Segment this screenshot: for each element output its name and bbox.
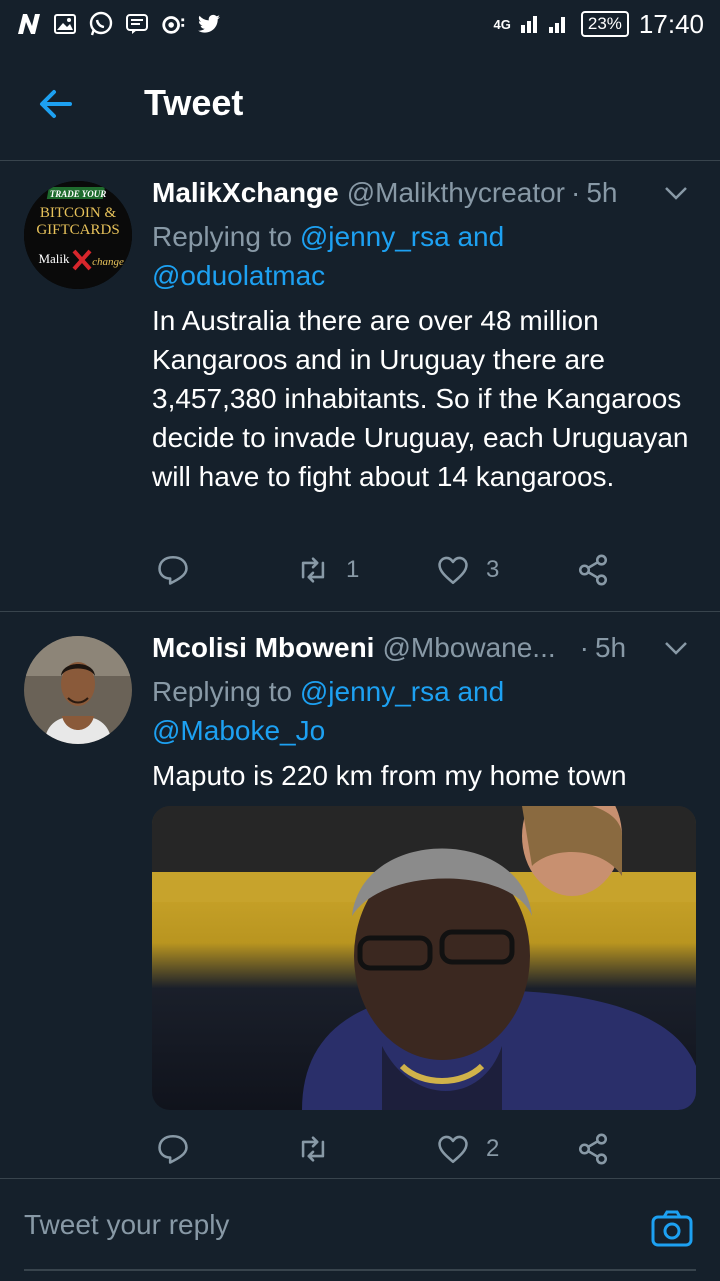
- author-name[interactable]: Mcolisi Mboweni: [152, 632, 374, 664]
- replying-to: Replying to @jenny_rsa and @Maboke_Jo: [152, 672, 696, 750]
- reply-input[interactable]: Tweet your reply: [24, 1209, 229, 1241]
- tweet-photo[interactable]: [152, 806, 696, 1110]
- status-bar: 4G 23% 17:40: [0, 0, 720, 48]
- retweet-count: 1: [346, 556, 360, 583]
- clock: 17:40: [638, 8, 704, 39]
- chevron-down-icon[interactable]: [662, 634, 690, 662]
- share-button[interactable]: [576, 553, 610, 587]
- retweet-icon: [301, 557, 325, 583]
- share-button[interactable]: [576, 1132, 610, 1166]
- mention-link[interactable]: @jenny_rsa and: [300, 221, 504, 252]
- tweet-text: Maputo is 220 km from my home town: [152, 760, 627, 791]
- reply-icon: [158, 1134, 188, 1164]
- replying-label: Replying to: [152, 676, 300, 707]
- mention-link[interactable]: @oduolatmac: [152, 260, 325, 291]
- tweet[interactable]: TRADE YOUR BITCOIN & GIFTCARDS Malik cha…: [0, 161, 720, 612]
- reply-icon: [158, 555, 188, 585]
- twitter-icon: [196, 11, 222, 37]
- divider: [24, 1269, 696, 1271]
- share-icon: [578, 554, 608, 586]
- avatar[interactable]: [24, 636, 132, 744]
- retweet-button[interactable]: [296, 1132, 346, 1166]
- heart-icon: [438, 556, 468, 585]
- message-icon: [124, 11, 150, 37]
- tweet-time: 5h: [586, 177, 618, 208]
- like-button[interactable]: 2: [436, 1132, 499, 1166]
- chevron-down-icon[interactable]: [662, 179, 690, 207]
- signal-icon: [520, 11, 571, 38]
- whatsapp-icon: [88, 11, 114, 37]
- avatar-text-5: change: [92, 256, 124, 268]
- retweet-icon: [301, 1136, 325, 1162]
- retweet-button[interactable]: 1: [296, 553, 359, 587]
- like-button[interactable]: 3: [436, 553, 499, 587]
- top-bar: Tweet: [0, 48, 720, 161]
- heart-icon: [438, 1135, 468, 1164]
- avatar[interactable]: TRADE YOUR BITCOIN & GIFTCARDS Malik cha…: [24, 181, 132, 289]
- like-count: 3: [486, 556, 500, 583]
- page-title: Tweet: [144, 82, 244, 123]
- like-count: 2: [486, 1135, 500, 1162]
- tweet-header: Mcolisi Mboweni @Mbowane... · 5h: [152, 632, 696, 668]
- reply-button[interactable]: [156, 553, 190, 587]
- avatar-text-3: GIFTCARDS: [36, 222, 119, 238]
- tweet-text: In Australia there are over 48 million K…: [152, 305, 689, 492]
- mention-link[interactable]: @Maboke_Jo: [152, 715, 325, 746]
- avatar-text-2: BITCOIN &: [40, 205, 117, 221]
- share-icon: [578, 1133, 608, 1165]
- avatar-text-4: Malik: [38, 251, 70, 266]
- replying-to: Replying to @jenny_rsa and @oduolatmac: [152, 217, 696, 295]
- tweet-header: MalikXchange @Malikthycreator · 5h: [152, 177, 696, 213]
- separator-dot: ·: [571, 177, 581, 208]
- arrow-left-icon[interactable]: [36, 84, 76, 124]
- author-name[interactable]: MalikXchange: [152, 177, 339, 209]
- author-handle[interactable]: @Malikthycreator: [347, 177, 565, 209]
- reply-button[interactable]: [156, 1132, 190, 1166]
- replying-label: Replying to: [152, 221, 300, 252]
- avatar-text-1: TRADE YOUR: [50, 189, 107, 199]
- author-handle[interactable]: @Mbowane...: [382, 632, 555, 664]
- network-indicator: 4G: [493, 16, 511, 32]
- camera-icon[interactable]: [650, 1207, 694, 1251]
- reply-composer: Tweet your reply: [0, 1178, 720, 1281]
- image-icon: [52, 11, 78, 37]
- tweet-time: 5h: [594, 632, 627, 663]
- camera-dot-icon: [160, 11, 186, 37]
- separator-dot: ·: [579, 632, 589, 663]
- mention-link[interactable]: @jenny_rsa and: [300, 676, 504, 707]
- n-icon: [16, 11, 42, 37]
- battery-indicator: 23%: [580, 11, 629, 37]
